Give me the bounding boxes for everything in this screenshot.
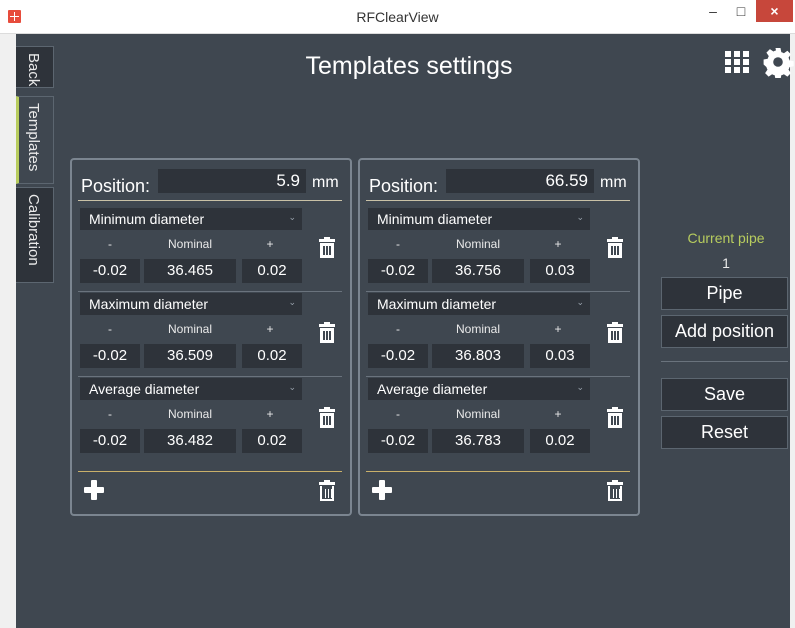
nominal-input[interactable]: 36.509 bbox=[144, 344, 236, 368]
pipe-button[interactable]: Pipe bbox=[661, 277, 788, 310]
window-frame-left bbox=[0, 34, 16, 628]
nominal-label: Nominal bbox=[167, 407, 212, 421]
plus-tolerance-input[interactable]: 0.02 bbox=[242, 259, 302, 283]
measurement-divider bbox=[78, 291, 342, 292]
delete-template-icon[interactable] bbox=[607, 480, 623, 501]
plus-tolerance-input[interactable]: 0.02 bbox=[242, 344, 302, 368]
divider bbox=[78, 200, 342, 201]
minus-tolerance-label: - bbox=[396, 237, 400, 251]
nominal-input[interactable]: 36.482 bbox=[144, 429, 236, 453]
minus-tolerance-label: - bbox=[396, 322, 400, 336]
delete-measurement-icon[interactable] bbox=[607, 322, 623, 343]
divider bbox=[661, 361, 788, 362]
measurement-divider bbox=[366, 291, 630, 292]
position-input[interactable]: 5.9 bbox=[158, 169, 306, 193]
measurement-row: Average diameter ⌄ - Nominal + -0.02 36.4… bbox=[78, 378, 342, 458]
app-area: Back Templates Calibration Templates set… bbox=[16, 34, 794, 628]
measurement-row: Maximum diameter ⌄ - Nominal + -0.02 36.5… bbox=[78, 293, 342, 377]
save-button[interactable]: Save bbox=[661, 378, 788, 411]
minus-tolerance-label: - bbox=[396, 407, 400, 421]
plus-tolerance-label: + bbox=[554, 407, 562, 421]
page-title: Templates settings bbox=[305, 52, 513, 80]
measurement-divider bbox=[78, 376, 342, 377]
nominal-input[interactable]: 36.465 bbox=[144, 259, 236, 283]
nominal-label: Nominal bbox=[167, 237, 212, 251]
position-label: Position: bbox=[81, 176, 151, 196]
minus-tolerance-input[interactable]: -0.02 bbox=[368, 344, 428, 368]
template-panel-2: Position: 66.59 mm Minimum diameter ⌄ - N… bbox=[358, 158, 640, 516]
grid-icon[interactable] bbox=[725, 51, 749, 73]
nominal-input[interactable]: 36.783 bbox=[432, 429, 524, 453]
plus-tolerance-label: + bbox=[554, 237, 562, 251]
measurement-type-select[interactable]: Minimum diameter ⌄ bbox=[368, 208, 590, 230]
divider bbox=[78, 471, 342, 472]
divider bbox=[366, 471, 630, 472]
plus-tolerance-input[interactable]: 0.02 bbox=[530, 429, 590, 453]
position-input[interactable]: 66.59 bbox=[446, 169, 594, 193]
tab-calibration[interactable]: Calibration bbox=[16, 187, 54, 283]
delete-measurement-icon[interactable] bbox=[607, 237, 623, 258]
minimize-button[interactable]: – bbox=[700, 0, 726, 22]
current-pipe-label: Current pipe bbox=[687, 230, 765, 246]
maximize-button[interactable]: □ bbox=[728, 0, 754, 22]
minus-tolerance-label: - bbox=[108, 322, 112, 336]
tab-calibration-label: Calibration bbox=[25, 194, 42, 266]
delete-measurement-icon[interactable] bbox=[319, 407, 335, 428]
template-panel-1: Position: 5.9 mm Minimum diameter ⌄ - Nom… bbox=[70, 158, 352, 516]
plus-tolerance-label: + bbox=[266, 407, 274, 421]
nominal-input[interactable]: 36.756 bbox=[432, 259, 524, 283]
minus-tolerance-input[interactable]: -0.02 bbox=[368, 259, 428, 283]
plus-tolerance-input[interactable]: 0.03 bbox=[530, 259, 590, 283]
measurement-row: Average diameter ⌄ - Nominal + -0.02 36.7… bbox=[366, 378, 630, 458]
nominal-label: Nominal bbox=[455, 407, 500, 421]
nominal-input[interactable]: 36.803 bbox=[432, 344, 524, 368]
plus-tolerance-input[interactable]: 0.03 bbox=[530, 344, 590, 368]
current-pipe-value: 1 bbox=[722, 255, 730, 271]
plus-tolerance-label: + bbox=[266, 237, 274, 251]
plus-tolerance-label: + bbox=[266, 322, 274, 336]
nominal-label: Nominal bbox=[167, 322, 212, 336]
title-bar: RFClearView – □ × bbox=[0, 0, 795, 34]
measurement-divider bbox=[366, 376, 630, 377]
position-unit: mm bbox=[600, 174, 627, 191]
tab-templates[interactable]: Templates bbox=[16, 96, 54, 184]
window-frame-right bbox=[790, 34, 795, 628]
add-measurement-icon[interactable] bbox=[372, 480, 392, 500]
close-button[interactable]: × bbox=[756, 0, 793, 22]
measurement-type-select[interactable]: Maximum diameter ⌄ bbox=[368, 293, 590, 315]
window-title: RFClearView bbox=[356, 9, 439, 25]
minus-tolerance-input[interactable]: -0.02 bbox=[80, 344, 140, 368]
delete-template-icon[interactable] bbox=[319, 480, 335, 501]
position-label: Position: bbox=[369, 176, 439, 196]
measurement-row: Minimum diameter ⌄ - Nominal + -0.02 36.4… bbox=[78, 208, 342, 292]
measurement-row: Minimum diameter ⌄ - Nominal + -0.02 36.7… bbox=[366, 208, 630, 292]
minus-tolerance-input[interactable]: -0.02 bbox=[80, 259, 140, 283]
position-unit: mm bbox=[312, 174, 339, 191]
plus-tolerance-label: + bbox=[554, 322, 562, 336]
nominal-label: Nominal bbox=[455, 322, 500, 336]
plus-tolerance-input[interactable]: 0.02 bbox=[242, 429, 302, 453]
tab-templates-label: Templates bbox=[25, 103, 42, 172]
measurement-type-select[interactable]: Minimum diameter ⌄ bbox=[80, 208, 302, 230]
reset-button[interactable]: Reset bbox=[661, 416, 788, 449]
add-measurement-icon[interactable] bbox=[84, 480, 104, 500]
minus-tolerance-input[interactable]: -0.02 bbox=[368, 429, 428, 453]
measurement-type-select[interactable]: Average diameter ⌄ bbox=[80, 378, 302, 400]
measurement-type-select[interactable]: Average diameter ⌄ bbox=[368, 378, 590, 400]
measurement-type-select[interactable]: Maximum diameter ⌄ bbox=[80, 293, 302, 315]
add-position-button[interactable]: Add position bbox=[661, 315, 788, 348]
nominal-label: Nominal bbox=[455, 237, 500, 251]
delete-measurement-icon[interactable] bbox=[319, 322, 335, 343]
minus-tolerance-label: - bbox=[108, 407, 112, 421]
minus-tolerance-label: - bbox=[108, 237, 112, 251]
delete-measurement-icon[interactable] bbox=[607, 407, 623, 428]
delete-measurement-icon[interactable] bbox=[319, 237, 335, 258]
minus-tolerance-input[interactable]: -0.02 bbox=[80, 429, 140, 453]
divider bbox=[366, 200, 630, 201]
measurement-row: Maximum diameter ⌄ - Nominal + -0.02 36.8… bbox=[366, 293, 630, 377]
gear-icon[interactable] bbox=[762, 46, 794, 78]
